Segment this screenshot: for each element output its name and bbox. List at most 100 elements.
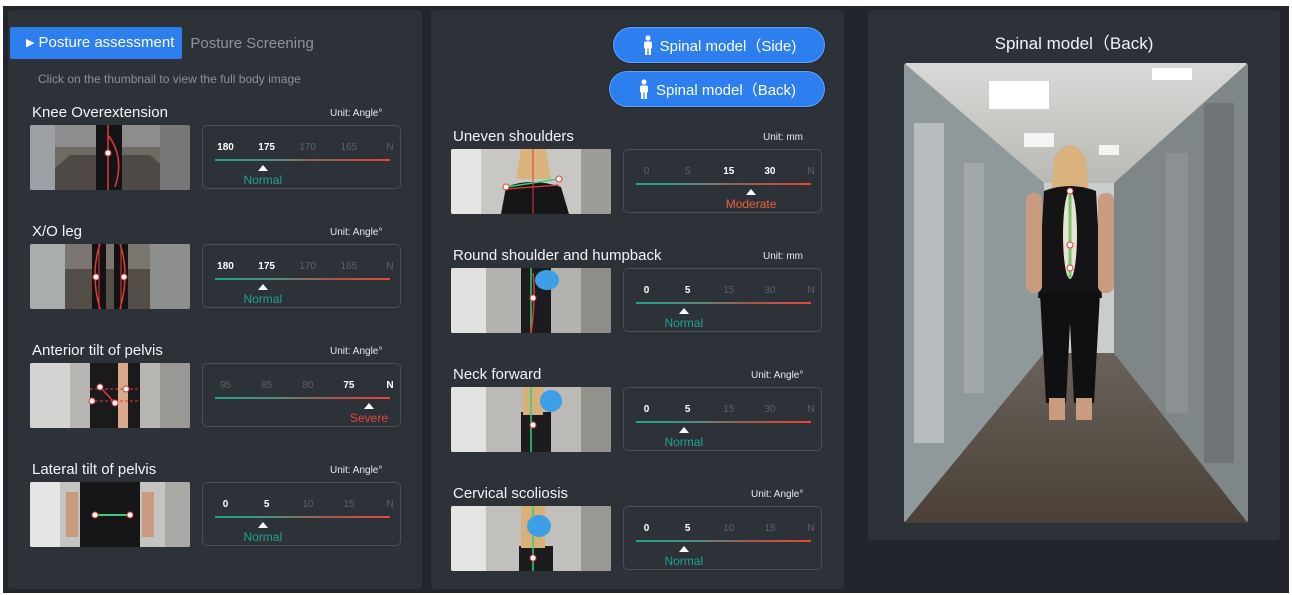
- gauge-tick-label: 30: [764, 404, 776, 415]
- gauge-tick-label: 15: [723, 166, 735, 177]
- gauge-tick-label: 95: [219, 380, 232, 391]
- gauge-tick-label: 10: [302, 499, 314, 510]
- gauge-tick-label: N: [807, 285, 815, 296]
- metric-gauge[interactable]: 180 175 170 165 N Normal: [202, 244, 401, 308]
- gauge-ticks: 180 175 170 165 N: [215, 261, 394, 273]
- gauge-bar: [215, 516, 390, 518]
- metric-title: Cervical scoliosis: [453, 485, 569, 502]
- gauge-tick-label: 30: [764, 285, 776, 296]
- app-root: ▶ Posture assessment Posture Screening Cl…: [3, 6, 1289, 593]
- gauge-status: Severe: [349, 411, 388, 425]
- gauge-status: Normal: [664, 316, 704, 330]
- gauge-tick-label: 0: [643, 166, 650, 177]
- spinal-model-title: Spinal model（Back): [994, 34, 1154, 53]
- gauge-marker-icon: [257, 284, 268, 290]
- gauge-status: Normal: [664, 554, 704, 568]
- spinal-model-panel: Spinal model（Back): [868, 10, 1280, 540]
- gauge-ticks: 180 175 170 165 N: [215, 142, 393, 154]
- legs-thumbnail[interactable]: [30, 244, 190, 309]
- spinal-model-back-button[interactable]: Spinal model（Back): [609, 71, 825, 107]
- metric-card-cervical-scoliosis: Cervical scoliosis Unit: Angle° 0 5 10 15 N N…: [451, 485, 823, 585]
- gauge-bar: [215, 159, 390, 161]
- metric-unit: Unit: Angle°: [330, 108, 383, 119]
- gauge-tick-label: 175: [258, 142, 275, 153]
- metric-title: Neck forward: [453, 366, 542, 383]
- gauge-marker-icon: [678, 546, 689, 552]
- gauge-tick-label: 0: [643, 285, 650, 296]
- tab-posture-assessment[interactable]: ▶ Posture assessment: [10, 27, 183, 59]
- tab-posture-screening[interactable]: Posture Screening: [182, 35, 313, 52]
- metric-card-knee-overextension: Knee Overextension Unit: Angle° 180 175 17…: [30, 104, 402, 204]
- metric-title: Knee Overextension: [32, 104, 168, 121]
- gauge-ticks: 0 5 10 15 N: [636, 523, 815, 535]
- gauge-ticks: 0 5 10 15 N: [215, 499, 394, 511]
- metric-title: Uneven shoulders: [453, 128, 574, 145]
- tab-posture-assessment-label: Posture assessment: [38, 34, 175, 51]
- metric-unit: Unit: mm: [763, 132, 803, 143]
- metric-gauge[interactable]: 0 5 15 30 N Normal: [623, 268, 822, 332]
- metric-gauge[interactable]: 0 5 15 30 N Moderate: [623, 149, 822, 213]
- gauge-tick-label: 0: [222, 499, 229, 510]
- spinal-model-side-button[interactable]: Spinal model（Side): [613, 27, 825, 63]
- gauge-tick-label: N: [386, 261, 394, 272]
- metric-gauge[interactable]: 0 5 10 15 N Normal: [202, 482, 401, 546]
- knee-thumbnail[interactable]: [30, 125, 190, 190]
- neck-thumbnail[interactable]: [451, 387, 611, 452]
- spinal-model-side-label: Spinal model（Side): [659, 37, 797, 55]
- thumbnail-hint: Click on the thumbnail to view the full …: [38, 72, 301, 86]
- gauge-tick-label: N: [807, 166, 815, 177]
- gauge-tick-label: 15: [764, 523, 776, 534]
- gauge-status: Normal: [664, 435, 704, 449]
- gauge-tick-label: 170: [299, 261, 317, 272]
- gauge-status: Moderate: [725, 197, 777, 211]
- gauge-marker-icon: [363, 403, 374, 409]
- gauge-tick-label: 175: [258, 261, 275, 272]
- gauge-bar: [636, 540, 811, 542]
- metric-unit: Unit: Angle°: [330, 465, 383, 476]
- gauge-tick-label: 0: [643, 404, 650, 415]
- shoulders-thumbnail[interactable]: [451, 149, 611, 214]
- person-icon: [643, 35, 652, 55]
- gauge-tick-label: 165: [340, 142, 358, 153]
- person-icon: [639, 79, 648, 99]
- cervical-thumbnail[interactable]: [451, 506, 611, 571]
- metric-unit: Unit: Angle°: [330, 227, 383, 238]
- full-body-image[interactable]: [904, 63, 1248, 523]
- gauge-tick-label: 80: [302, 380, 314, 391]
- metric-gauge[interactable]: 0 5 15 30 N Normal: [623, 387, 822, 451]
- spinal-model-back-label: Spinal model（Back): [655, 81, 797, 99]
- metric-gauge[interactable]: 180 175 170 165 N Normal: [202, 125, 401, 189]
- metric-card-anterior-tilt-pelvis: Anterior tilt of pelvis Unit: Angle° 95 8…: [30, 342, 402, 442]
- gauge-ticks: 0 5 15 30 N: [636, 404, 815, 416]
- gauge-marker-icon: [678, 308, 689, 314]
- gauge-tick-label: 5: [684, 166, 691, 177]
- gauge-tick-label: 5: [684, 404, 691, 415]
- gauge-bar: [636, 421, 811, 423]
- metric-card-uneven-shoulders: Uneven shoulders Unit: mm 0 5 15 30 N Moderat…: [451, 128, 823, 228]
- gauge-status: Normal: [243, 173, 283, 187]
- metric-title: Lateral tilt of pelvis: [32, 461, 157, 478]
- pelvis-side-thumbnail[interactable]: [30, 363, 190, 428]
- gauge-tick-label: 180: [217, 142, 234, 153]
- gauge-ticks: 0 5 15 30 N: [636, 285, 815, 297]
- gauge-tick-label: 30: [764, 166, 776, 177]
- metric-gauge[interactable]: 0 5 10 15 N Normal: [623, 506, 822, 570]
- pelvis-back-thumbnail[interactable]: [30, 482, 190, 547]
- gauge-tick-label: 85: [261, 380, 273, 391]
- gauge-tick-label: N: [807, 404, 815, 415]
- gauge-tick-label: N: [386, 380, 394, 391]
- gauge-tick-label: 0: [643, 523, 650, 534]
- gauge-tick-label: 170: [299, 142, 317, 153]
- metric-card-round-shoulder-humpback: Round shoulder and humpback Unit: mm 0 5 1…: [451, 247, 823, 347]
- metric-gauge[interactable]: 95 85 80 75 N Severe: [202, 363, 401, 427]
- gauge-tick-label: 180: [217, 261, 234, 272]
- gauge-tick-label: N: [386, 499, 394, 510]
- metric-card-lateral-tilt-pelvis: Lateral tilt of pelvis Unit: Angle° 0 5 10…: [30, 461, 402, 561]
- humpback-thumbnail[interactable]: [451, 268, 611, 333]
- gauge-tick-label: 10: [723, 523, 735, 534]
- gauge-tick-label: 5: [684, 523, 691, 534]
- metric-title: Round shoulder and humpback: [453, 247, 662, 264]
- metric-title: Anterior tilt of pelvis: [32, 342, 163, 359]
- tab-bar: ▶ Posture assessment Posture Screening: [10, 27, 314, 59]
- gauge-marker-icon: [746, 189, 757, 195]
